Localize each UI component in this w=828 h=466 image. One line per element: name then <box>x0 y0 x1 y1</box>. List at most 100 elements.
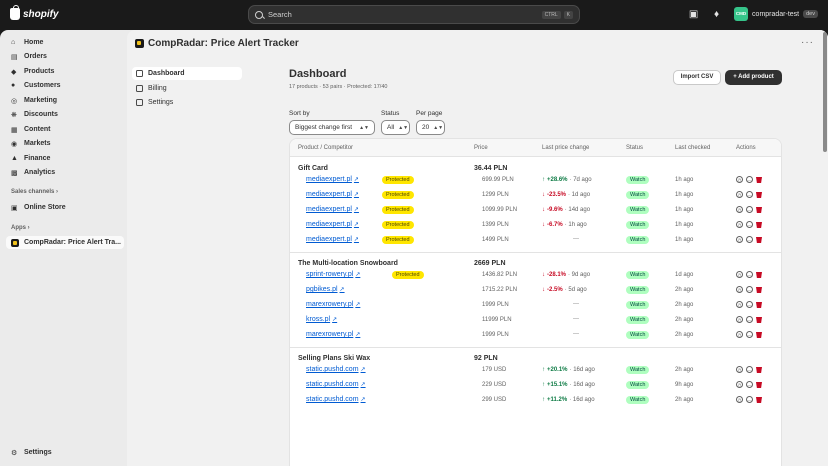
last-checked: 1h ago <box>675 237 694 243</box>
competitor-link[interactable]: mediaexpert.pl ↗ <box>306 176 359 183</box>
import-csv-button[interactable]: Import CSV <box>673 70 721 85</box>
table-row: static.pushd.com ↗ 179 USD ↑ +20.1% · 16d ago… <box>290 363 781 378</box>
trash-icon[interactable] <box>756 367 762 373</box>
history-icon[interactable]: ◷ <box>736 331 743 338</box>
competitor-link[interactable]: mediaexpert.pl ↗ <box>306 206 359 213</box>
trash-icon[interactable] <box>756 397 762 403</box>
sidebar-item-finance[interactable]: ▲ Finance <box>6 152 124 165</box>
trash-icon[interactable] <box>756 177 762 183</box>
trash-icon[interactable] <box>756 192 762 198</box>
search-bar[interactable]: Search CTRL K <box>248 5 580 24</box>
history-icon[interactable]: ◷ <box>736 191 743 198</box>
trash-icon[interactable] <box>756 272 762 278</box>
scrollbar[interactable] <box>823 32 827 152</box>
pause-icon[interactable]: — <box>746 396 753 403</box>
trash-icon[interactable] <box>756 222 762 228</box>
sidebar-item-products[interactable]: ◆ Products <box>6 65 124 78</box>
pause-icon[interactable]: — <box>746 191 753 198</box>
per-page-select[interactable]: 20 ▲▼ <box>416 120 445 135</box>
trash-icon[interactable] <box>756 287 762 293</box>
product-price: 36.44 PLN <box>474 165 508 172</box>
sidebar-item-online-store[interactable]: ▣ Online Store <box>6 201 124 214</box>
last-checked: 2h ago <box>675 287 694 293</box>
pause-icon[interactable]: — <box>746 301 753 308</box>
shortcut-key-k: K <box>563 10 573 19</box>
trash-icon[interactable] <box>756 207 762 213</box>
pause-icon[interactable]: — <box>746 206 753 213</box>
history-icon[interactable]: ◷ <box>736 301 743 308</box>
history-icon[interactable]: ◷ <box>736 271 743 278</box>
pause-icon[interactable]: — <box>746 366 753 373</box>
history-icon[interactable]: ◷ <box>736 381 743 388</box>
store-icon[interactable]: ▣ <box>688 9 699 20</box>
sidebar-item-markets[interactable]: ◉ Markets <box>6 137 124 150</box>
pause-icon[interactable]: — <box>746 271 753 278</box>
change-ago: · 1h ago <box>564 222 587 228</box>
status-select[interactable]: All ▲▼ <box>381 120 410 135</box>
sidebar-item-marketing[interactable]: ◎ Marketing <box>6 94 124 107</box>
history-icon[interactable]: ◷ <box>736 366 743 373</box>
sidebar-item-content[interactable]: ▦ Content <box>6 123 124 136</box>
competitor-link[interactable]: static.pushd.com ↗ <box>306 381 366 388</box>
sidebar-item-analytics[interactable]: ▩ Analytics <box>6 166 124 179</box>
trash-icon[interactable] <box>756 332 762 338</box>
pause-icon[interactable]: — <box>746 221 753 228</box>
sidebar-item-home[interactable]: ⌂ Home <box>6 36 124 49</box>
competitor-link[interactable]: marexrowery.pl ↗ <box>306 331 360 338</box>
pause-icon[interactable]: — <box>746 381 753 388</box>
trash-icon[interactable] <box>756 382 762 388</box>
sidebar-item-orders[interactable]: ▤ Orders <box>6 50 124 63</box>
history-icon[interactable]: ◷ <box>736 176 743 183</box>
pause-icon[interactable]: — <box>746 176 753 183</box>
product-name: Gift Card <box>298 165 328 172</box>
competitor-link[interactable]: sprint-rowery.pl ↗ <box>306 271 360 278</box>
status-badge: Watch <box>626 331 650 339</box>
history-icon[interactable]: ◷ <box>736 206 743 213</box>
competitor-link[interactable]: mediaexpert.pl ↗ <box>306 236 359 243</box>
app-nav-label: Dashboard <box>148 70 185 77</box>
competitor-link[interactable]: static.pushd.com ↗ <box>306 366 366 373</box>
history-icon[interactable]: ◷ <box>736 396 743 403</box>
protected-badge: Protected <box>382 206 414 214</box>
pause-icon[interactable]: — <box>746 236 753 243</box>
pause-icon[interactable]: — <box>746 286 753 293</box>
trash-icon[interactable] <box>756 237 762 243</box>
history-icon[interactable]: ◷ <box>736 221 743 228</box>
competitor-link[interactable]: marexrowery.pl ↗ <box>306 301 360 308</box>
history-icon[interactable]: ◷ <box>736 286 743 293</box>
trash-icon[interactable] <box>756 302 762 308</box>
competitor-price: 1436.82 PLN <box>482 272 518 278</box>
product-price: 92 PLN <box>474 355 498 362</box>
history-icon[interactable]: ◷ <box>736 236 743 243</box>
app-nav-settings[interactable]: Settings <box>132 96 242 109</box>
history-icon[interactable]: ◷ <box>736 316 743 323</box>
competitor-link[interactable]: static.pushd.com ↗ <box>306 396 366 403</box>
sidebar-item-settings[interactable]: ⚙ Settings <box>6 446 124 459</box>
price-change: ↑ +28.6% · 7d ago <box>542 177 592 183</box>
apps-heading[interactable]: Apps › <box>11 225 30 231</box>
settings-icon <box>136 99 143 106</box>
pause-icon[interactable]: — <box>746 316 753 323</box>
sidebar-item-discounts[interactable]: ❋ Discounts <box>6 108 124 121</box>
app-nav-billing[interactable]: Billing <box>132 82 242 95</box>
shopify-logo[interactable]: shopify <box>10 5 59 20</box>
sidebar-item-compradar[interactable]: CompRadar: Price Alert Tra... <box>6 236 124 249</box>
compradar-app-icon <box>135 39 144 48</box>
add-product-button[interactable]: + Add product <box>725 70 782 85</box>
competitor-link[interactable]: kross.pl ↗ <box>306 316 337 323</box>
sidebar-item-customers[interactable]: ● Customers <box>6 79 124 92</box>
app-nav-dashboard[interactable]: Dashboard <box>132 67 242 80</box>
sort-select[interactable]: Biggest change first ▲▼ <box>289 120 375 135</box>
competitor-link[interactable]: mediaexpert.pl ↗ <box>306 191 359 198</box>
store-menu[interactable]: CMD compradar-test dev <box>734 7 818 21</box>
sales-channels-heading[interactable]: Sales channels › <box>11 189 58 195</box>
change-ago: · 16d ago <box>569 397 595 403</box>
more-actions-icon[interactable]: ··· <box>801 37 814 48</box>
bell-icon[interactable]: ♦ <box>711 9 722 20</box>
pause-icon[interactable]: — <box>746 331 753 338</box>
trash-icon[interactable] <box>756 317 762 323</box>
status-badge: Watch <box>626 221 650 229</box>
competitor-price: 1715.22 PLN <box>482 287 518 293</box>
competitor-link[interactable]: mediaexpert.pl ↗ <box>306 221 359 228</box>
competitor-link[interactable]: pgbikes.pl ↗ <box>306 286 345 293</box>
